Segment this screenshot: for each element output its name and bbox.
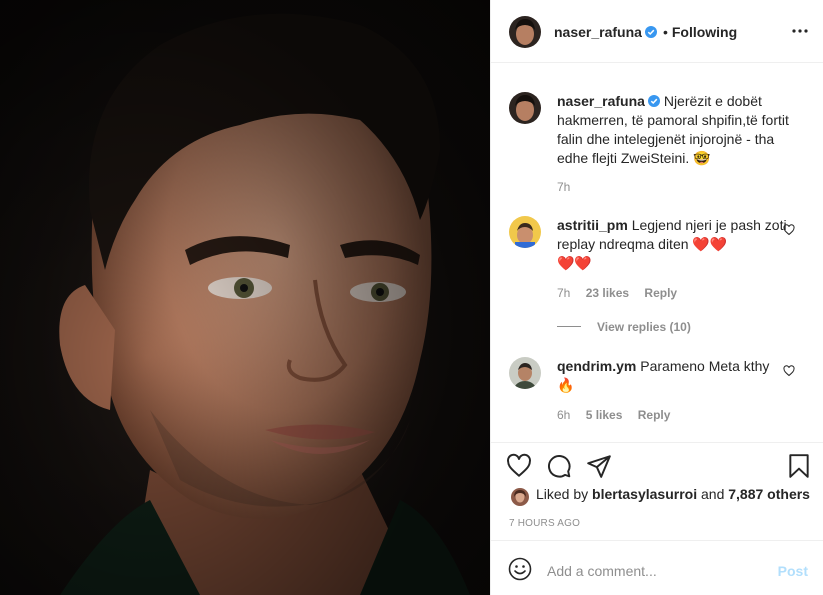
caption-username[interactable]: naser_rafuna [557, 93, 645, 109]
liker-avatar[interactable] [511, 488, 529, 506]
comment-icon[interactable] [546, 453, 572, 479]
post-comment-button[interactable]: Post [778, 563, 808, 579]
comment-input[interactable]: Add a comment... [547, 563, 657, 579]
avatar-image [509, 92, 541, 124]
likes-conj: and [701, 486, 725, 502]
comment-text-block: qendrim.ym Parameno Meta kthy 🔥 [557, 357, 787, 395]
avatar-image [511, 488, 529, 506]
author-username[interactable]: naser_rafuna [554, 24, 642, 40]
author-avatar[interactable] [509, 16, 541, 48]
comment-meta: 6h 5 likes Reply [557, 408, 670, 422]
caption-emoji: 🤓 [693, 150, 711, 166]
separator-dot: • [662, 24, 668, 40]
comment-emoji: 🔥 [557, 377, 575, 393]
following-button[interactable]: Following [672, 24, 737, 40]
avatar-image [509, 16, 541, 48]
heart-icon[interactable] [783, 365, 795, 377]
reply-button[interactable]: Reply [644, 286, 677, 300]
instagram-post-view: naser_rafuna • Following naser_rafuna Njer… [0, 0, 823, 595]
view-replies-label[interactable]: View replies (10) [597, 320, 691, 334]
caption-text-block: naser_rafuna Njerëzit e dobët hakmerren,… [557, 92, 797, 168]
replies-divider [557, 326, 581, 328]
add-comment-bar: Add a comment... Post [491, 540, 823, 595]
avatar-image [509, 357, 541, 389]
header-text: naser_rafuna • Following [554, 24, 737, 42]
comment-likes[interactable]: 23 likes [586, 286, 629, 300]
comment-body: Parameno Meta kthy [640, 358, 770, 374]
comment-time[interactable]: 6h [557, 408, 570, 422]
likes-summary: Liked by blertasylasurroi and 7,887 othe… [536, 486, 810, 502]
portrait-image [0, 0, 490, 595]
emoji-icon[interactable] [508, 557, 532, 581]
heart-icon[interactable] [783, 224, 795, 236]
liker-username[interactable]: blertasylasurroi [592, 486, 697, 502]
bookmark-icon[interactable] [786, 453, 812, 479]
post-photo[interactable] [0, 0, 490, 595]
caption-avatar[interactable] [509, 92, 541, 124]
action-bar [491, 442, 823, 478]
avatar-image [509, 216, 541, 248]
liked-by-label: Liked by [536, 486, 589, 502]
reply-button[interactable]: Reply [638, 408, 671, 422]
comment-avatar[interactable] [509, 357, 541, 389]
comment-username[interactable]: qendrim.ym [557, 358, 636, 374]
post-header: naser_rafuna • Following [491, 0, 823, 63]
comment-username[interactable]: astritii_pm [557, 217, 628, 233]
verified-badge-icon [647, 95, 660, 107]
post-sidebar: naser_rafuna • Following naser_rafuna Njer… [490, 0, 823, 595]
comment-time[interactable]: 7h [557, 286, 570, 300]
more-options-icon[interactable] [790, 21, 810, 41]
heart-icon[interactable] [506, 453, 532, 479]
post-timestamp[interactable]: 7 HOURS AGO [509, 518, 580, 529]
share-icon[interactable] [586, 453, 612, 479]
comment-avatar[interactable] [509, 216, 541, 248]
likes-others[interactable]: 7,887 others [728, 486, 810, 502]
caption-time[interactable]: 7h [557, 180, 570, 194]
comment-likes[interactable]: 5 likes [586, 408, 623, 422]
comment-emoji: ❤️❤️ [557, 255, 592, 271]
comment-meta: 7h 23 likes Reply [557, 286, 677, 300]
comment-text-block: astritii_pm Legjend njeri je pash zoti r… [557, 216, 787, 273]
verified-badge-icon [644, 26, 657, 38]
view-replies[interactable]: View replies (10) [557, 318, 691, 336]
comment-emoji: ❤️❤️ [692, 236, 728, 252]
